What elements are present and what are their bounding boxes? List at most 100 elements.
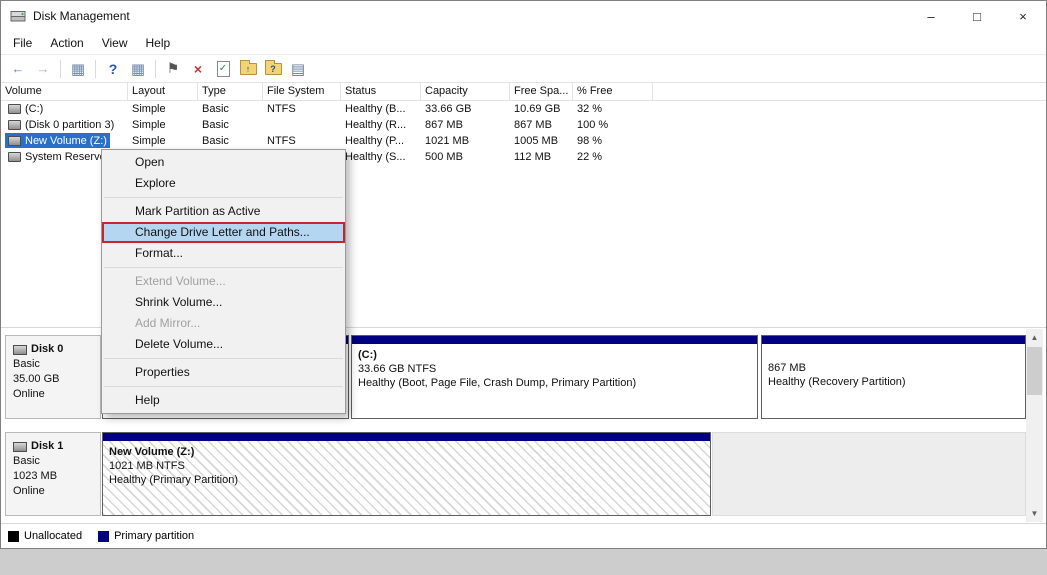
disk-name: Disk 0 (31, 342, 63, 357)
partition-title: New Volume (Z:) (109, 445, 704, 459)
pct-free-cell: 32 % (573, 103, 653, 115)
column-header-free-space[interactable]: Free Spa... (510, 83, 573, 100)
help-icon[interactable]: ? (102, 58, 124, 80)
menu-item-change-drive-letter[interactable]: Change Drive Letter and Paths... (102, 222, 345, 243)
menu-separator (104, 267, 343, 268)
menu-separator (104, 197, 343, 198)
partition-size: 867 MB (768, 361, 1019, 375)
free-space-cell: 867 MB (510, 119, 573, 131)
scroll-down-icon[interactable]: ▼ (1026, 505, 1043, 522)
free-space-cell: 1005 MB (510, 135, 573, 147)
menu-view[interactable]: View (93, 31, 137, 54)
menu-item-format[interactable]: Format... (102, 243, 345, 264)
volume-name: (Disk 0 partition 3) (25, 119, 114, 131)
vertical-scrollbar[interactable]: ▲ ▼ (1026, 329, 1043, 522)
disk1-row: Disk 1 Basic 1023 MB Online New Volume (… (1, 432, 1046, 516)
folder-up-glyph: ↑ (240, 63, 257, 75)
folder-question-icon[interactable]: ? (262, 58, 284, 80)
disk-management-app-icon (10, 8, 26, 24)
console-tree-icon[interactable]: ▦ (67, 58, 89, 80)
layout-cell: Simple (128, 135, 198, 147)
toolbar-separator (60, 60, 61, 78)
column-header-type[interactable]: Type (198, 83, 263, 100)
disk-icon (13, 345, 27, 355)
disk1-empty-area (712, 432, 1026, 516)
partition-status: Healthy (Primary Partition) (109, 473, 704, 487)
column-header-volume[interactable]: Volume (1, 83, 128, 100)
capacity-cell: 33.66 GB (421, 103, 510, 115)
column-header-status[interactable]: Status (341, 83, 421, 100)
partition-color-strip (103, 433, 710, 441)
minimize-button[interactable]: – (908, 1, 954, 31)
layout-cell: Simple (128, 103, 198, 115)
disk-size: 35.00 GB (13, 372, 100, 387)
menu-file[interactable]: File (4, 31, 41, 54)
disk-status: Online (13, 387, 100, 402)
column-header-capacity[interactable]: Capacity (421, 83, 510, 100)
titlebar: Disk Management – □ × (1, 1, 1046, 31)
close-button[interactable]: × (1000, 1, 1046, 31)
disk-type: Basic (13, 357, 100, 372)
volume-row-disk0-partition3[interactable]: (Disk 0 partition 3) Simple Basic Health… (1, 117, 1046, 133)
type-cell: Basic (198, 135, 263, 147)
legend-unallocated: Unallocated (8, 530, 82, 542)
delete-volume-icon[interactable]: × (187, 58, 209, 80)
menubar: File Action View Help (1, 31, 1046, 55)
type-cell: Basic (198, 103, 263, 115)
menu-item-open[interactable]: Open (102, 152, 345, 173)
forward-icon[interactable]: → (32, 58, 54, 80)
disk0-partition-c[interactable]: (C:) 33.66 GB NTFS Healthy (Boot, Page F… (351, 335, 758, 419)
column-header-pct-free[interactable]: % Free (573, 83, 653, 100)
column-header-file-system[interactable]: File System (263, 83, 341, 100)
partition-size: 1021 MB NTFS (109, 459, 704, 473)
volume-context-menu: Open Explore Mark Partition as Active Ch… (101, 149, 346, 414)
scrollbar-thumb[interactable] (1027, 347, 1042, 395)
form-icon[interactable]: ▤ (287, 58, 309, 80)
column-header-layout[interactable]: Layout (128, 83, 198, 100)
disk-icon (13, 442, 27, 452)
menu-item-properties[interactable]: Properties (102, 362, 345, 383)
disk-size: 1023 MB (13, 469, 100, 484)
folder-up-icon[interactable]: ↑ (237, 58, 259, 80)
volume-row-new-volume-z[interactable]: New Volume (Z:) Simple Basic NTFS Health… (1, 133, 1046, 149)
export-list-icon[interactable]: ▦ (127, 58, 149, 80)
status-cell: Healthy (S... (341, 151, 421, 163)
status-cell: Healthy (P... (341, 135, 421, 147)
type-cell: Basic (198, 119, 263, 131)
scroll-up-icon[interactable]: ▲ (1026, 329, 1043, 346)
disk-management-window: Disk Management – □ × File Action View H… (0, 0, 1047, 549)
volume-name: System Reserved (25, 151, 112, 163)
disk1-panel[interactable]: Disk 1 Basic 1023 MB Online (5, 432, 101, 516)
menu-item-help[interactable]: Help (102, 390, 345, 411)
volume-row-c[interactable]: (C:) Simple Basic NTFS Healthy (B... 33.… (1, 101, 1046, 117)
legend-label: Unallocated (24, 530, 82, 542)
disk-name: Disk 1 (31, 439, 63, 454)
menu-item-delete-volume[interactable]: Delete Volume... (102, 334, 345, 355)
back-icon[interactable]: ← (7, 58, 29, 80)
volume-list-header: Volume Layout Type File System Status Ca… (1, 83, 1046, 101)
menu-item-explore[interactable]: Explore (102, 173, 345, 194)
menu-item-mark-partition-active[interactable]: Mark Partition as Active (102, 201, 345, 222)
menu-separator (104, 386, 343, 387)
flag-icon[interactable]: ⚑ (162, 58, 184, 80)
menu-action[interactable]: Action (41, 31, 92, 54)
disk1-partition-z[interactable]: New Volume (Z:) 1021 MB NTFS Healthy (Pr… (102, 432, 711, 516)
partition-status: Healthy (Boot, Page File, Crash Dump, Pr… (358, 376, 751, 390)
menu-item-shrink-volume[interactable]: Shrink Volume... (102, 292, 345, 313)
free-space-cell: 10.69 GB (510, 103, 573, 115)
partition-color-strip (352, 336, 757, 344)
layout-cell: Simple (128, 119, 198, 131)
capacity-cell: 867 MB (421, 119, 510, 131)
disk0-partition-recovery[interactable]: 867 MB Healthy (Recovery Partition) (761, 335, 1026, 419)
selected-volume-highlight: New Volume (Z:) (5, 133, 110, 148)
primary-partition-color-swatch (98, 531, 109, 542)
toolbar-separator (155, 60, 156, 78)
volume-name: New Volume (Z:) (25, 135, 107, 147)
check-document-icon[interactable]: ✓ (212, 58, 234, 80)
legend-label: Primary partition (114, 530, 194, 542)
menu-help[interactable]: Help (137, 31, 180, 54)
maximize-button[interactable]: □ (954, 1, 1000, 31)
disk0-panel[interactable]: Disk 0 Basic 35.00 GB Online (5, 335, 101, 419)
menu-item-add-mirror: Add Mirror... (102, 313, 345, 334)
free-space-cell: 112 MB (510, 151, 573, 163)
